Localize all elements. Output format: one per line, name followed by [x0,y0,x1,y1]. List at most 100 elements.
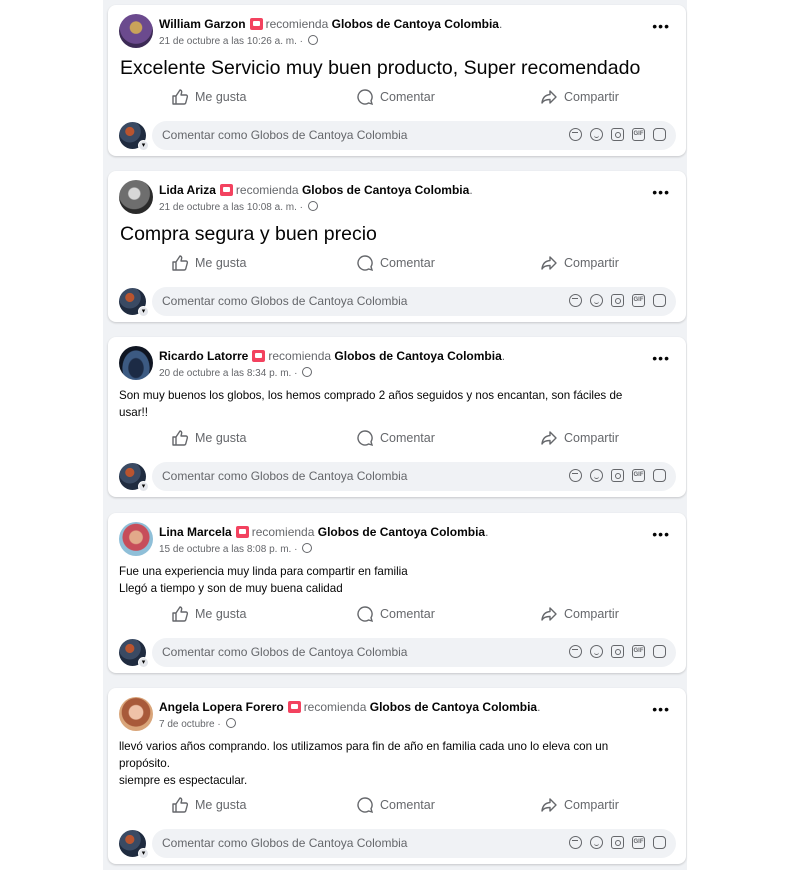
page-name-link[interactable]: Globos de Cantoya Colombia [318,525,485,539]
comment-input[interactable]: Comentar como Globos de Cantoya Colombia… [152,829,676,858]
post-timestamp[interactable]: 21 de octubre a las 10:26 a. m. · [159,35,318,47]
globe-icon [302,367,313,377]
emoji-icon[interactable] [590,294,603,307]
post-text-line: siempre es espectacular. [119,774,248,787]
page-name-link[interactable]: Globos de Cantoya Colombia [302,183,469,197]
page-name-link[interactable]: Globos de Cantoya Colombia [334,349,501,363]
share-icon [541,90,557,104]
chevron-down-icon[interactable]: ▾ [138,140,149,151]
camera-icon[interactable] [611,128,624,141]
comment-tools: GIF [561,836,666,852]
comment-icon [357,255,374,272]
post-text: Compra segura y buen precio [120,223,377,245]
comment-input[interactable]: Comentar como Globos de Cantoya Colombia… [152,638,676,667]
post-text: Fue una experiencia muy linda para compa… [119,563,675,597]
globe-icon [307,35,318,45]
sticker-icon[interactable] [653,294,666,307]
share-icon [541,431,557,445]
avatar[interactable] [119,14,153,48]
post-timestamp[interactable]: 15 de octubre a las 8:08 p. m. · [159,543,313,555]
timestamp-text: 21 de octubre a las 10:08 a. m. [159,202,297,213]
more-options-button[interactable]: ••• [652,702,670,716]
like-label: Me gusta [195,90,247,104]
reviews-feed: William Garzon recomienda Globos de Canto… [103,0,687,870]
camera-icon[interactable] [611,645,624,658]
comment-tools: GIF [561,469,666,485]
avatar[interactable] [119,346,153,380]
comment-icon [357,606,374,623]
more-options-button[interactable]: ••• [652,351,670,365]
avatar-sticker-icon[interactable] [569,836,582,849]
recommend-label: recomienda [265,17,329,31]
review-post: William Garzon recomienda Globos de Canto… [108,5,686,156]
emoji-icon[interactable] [590,469,603,482]
sticker-icon[interactable] [653,836,666,849]
comment-composer: ▾ Comentar como Globos de Cantoya Colomb… [119,121,676,151]
like-icon [172,797,189,813]
emoji-icon[interactable] [590,836,603,849]
post-timestamp[interactable]: 7 de octubre · [159,718,236,730]
chevron-down-icon[interactable]: ▾ [138,657,149,668]
sticker-icon[interactable] [653,128,666,141]
comment-label: Comentar [380,90,435,104]
gif-icon[interactable]: GIF [632,836,645,849]
comment-input[interactable]: Comentar como Globos de Cantoya Colombia… [152,121,676,150]
recommend-icon [287,701,301,713]
gif-icon[interactable]: GIF [632,294,645,307]
more-options-button[interactable]: ••• [652,527,670,541]
post-text-line: usar!! [119,406,148,419]
comment-label: Comentar [380,431,435,445]
sticker-icon[interactable] [653,469,666,482]
like-label: Me gusta [195,431,247,445]
comment-placeholder: Comentar como Globos de Cantoya Colombia [162,836,408,850]
gif-icon[interactable]: GIF [632,469,645,482]
post-text: Excelente Servicio muy buen producto, Su… [120,57,641,79]
author-name[interactable]: Lida Ariza [159,183,216,197]
post-text: llevó varios años comprando. los utiliza… [119,738,675,789]
page-name-link[interactable]: Globos de Cantoya Colombia [332,17,499,31]
timestamp-text: 15 de octubre a las 8:08 p. m. [159,544,292,555]
post-timestamp[interactable]: 20 de octubre a las 8:34 p. m. · [159,367,313,379]
author-name[interactable]: William Garzon [159,17,246,31]
camera-icon[interactable] [611,469,624,482]
globe-icon [307,201,318,211]
chevron-down-icon[interactable]: ▾ [138,306,149,317]
sticker-icon[interactable] [653,645,666,658]
share-label: Compartir [564,607,619,621]
author-name[interactable]: Angela Lopera Forero [159,700,284,714]
like-icon [172,430,189,446]
emoji-icon[interactable] [590,128,603,141]
avatar-sticker-icon[interactable] [569,469,582,482]
gif-icon[interactable]: GIF [632,645,645,658]
chevron-down-icon[interactable]: ▾ [138,481,149,492]
page-name-link[interactable]: Globos de Cantoya Colombia [370,700,537,714]
avatar-sticker-icon[interactable] [569,294,582,307]
recommend-icon [235,526,249,538]
share-icon [541,798,557,812]
camera-icon[interactable] [611,294,624,307]
recommend-label: recomienda [268,349,332,363]
comment-label: Comentar [380,256,435,270]
recommend-icon [249,18,263,30]
post-header: Lida Ariza recomienda Globos de Cantoya C… [159,183,473,197]
camera-icon[interactable] [611,836,624,849]
avatar-sticker-icon[interactable] [569,645,582,658]
chevron-down-icon[interactable]: ▾ [138,848,149,859]
comment-input[interactable]: Comentar como Globos de Cantoya Colombia… [152,462,676,491]
avatar[interactable] [119,697,153,731]
more-options-button[interactable]: ••• [652,19,670,33]
author-name[interactable]: Lina Marcela [159,525,232,539]
avatar[interactable] [119,180,153,214]
gif-icon[interactable]: GIF [632,128,645,141]
share-label: Compartir [564,90,619,104]
author-name[interactable]: Ricardo Latorre [159,349,248,363]
emoji-icon[interactable] [590,645,603,658]
post-text-line: Son muy buenos los globos, los hemos com… [119,389,623,402]
avatar[interactable] [119,522,153,556]
avatar-sticker-icon[interactable] [569,128,582,141]
recommend-label: recomienda [251,525,315,539]
more-options-button[interactable]: ••• [652,185,670,199]
like-label: Me gusta [195,798,247,812]
comment-input[interactable]: Comentar como Globos de Cantoya Colombia… [152,287,676,316]
post-timestamp[interactable]: 21 de octubre a las 10:08 a. m. · [159,201,318,213]
